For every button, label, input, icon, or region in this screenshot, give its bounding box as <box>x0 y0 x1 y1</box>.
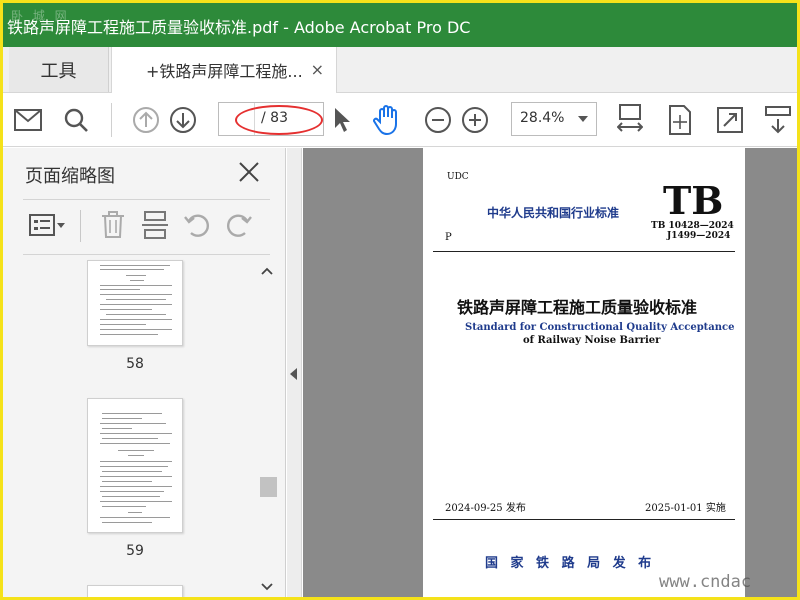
document-page: UDC TB 中华人民共和国行业标准 TB 10428—2024 J1499—2… <box>423 148 745 597</box>
thumbnails-panel: 页面缩略图 58 59 <box>3 148 286 597</box>
zoom-in-icon[interactable] <box>458 103 492 137</box>
rotate-left-icon[interactable] <box>179 208 215 242</box>
full-screen-icon[interactable] <box>713 103 747 137</box>
chevron-up-icon[interactable] <box>261 264 273 278</box>
thumbnail-page[interactable] <box>87 260 183 346</box>
tab-document[interactable]: +铁路声屏障工程施... × <box>111 47 337 93</box>
chevron-left-icon <box>290 368 297 380</box>
thumbnail-page[interactable] <box>87 585 183 597</box>
panel-collapse-handle[interactable] <box>287 148 302 597</box>
doc-title-en-1: Standard for Constructional Quality Acce… <box>465 322 735 333</box>
tab-document-label: +铁路声屏障工程施... <box>146 62 303 81</box>
trash-icon[interactable] <box>95 208 131 242</box>
chevron-down-icon[interactable] <box>261 580 273 594</box>
document-viewport[interactable]: UDC TB 中华人民共和国行业标准 TB 10428—2024 J1499—2… <box>303 148 797 597</box>
insert-page-icon[interactable] <box>137 208 173 242</box>
zoom-out-icon[interactable] <box>421 103 455 137</box>
zoom-select[interactable]: 28.4% <box>511 102 597 136</box>
doc-title-en-2: of Railway Noise Barrier <box>523 335 661 346</box>
thumbnail-options-icon[interactable] <box>27 208 69 242</box>
scrollbar-thumb[interactable] <box>260 477 277 497</box>
search-icon[interactable] <box>59 103 93 137</box>
select-cursor-icon[interactable] <box>325 103 359 137</box>
highlight-ellipse <box>235 105 323 135</box>
panel-tool-separator <box>80 210 81 242</box>
scroll-mode-icon[interactable] <box>761 103 795 137</box>
rotate-right-icon[interactable] <box>221 208 257 242</box>
fit-page-icon[interactable] <box>663 103 697 137</box>
doc-industry-standard: 中华人民共和国行业标准 <box>487 206 620 220</box>
doc-p-mark: P <box>445 232 452 243</box>
fit-width-icon[interactable] <box>613 103 647 137</box>
previous-page-icon[interactable] <box>129 103 163 137</box>
thumbnails-scrollbar[interactable] <box>259 260 277 597</box>
toolbar-separator <box>111 103 112 137</box>
hand-tool-icon[interactable] <box>371 103 405 137</box>
doc-publisher: 国 家 铁 路 局 发 布 <box>485 556 656 571</box>
title-bar: 卧 城 网 铁路声屏障工程施工质量验收标准.pdf - Adobe Acroba… <box>3 3 797 47</box>
tab-tools[interactable]: 工具 <box>9 47 109 92</box>
thumbnail-page[interactable] <box>87 398 183 533</box>
tab-close-icon[interactable]: × <box>311 60 324 79</box>
chevron-down-icon <box>578 116 588 122</box>
toolbar: / 83 28.4% <box>3 93 797 147</box>
tab-bar: 工具 +铁路声屏障工程施... × <box>3 47 797 93</box>
doc-title-cn: 铁路声屏障工程施工质量验收标准 <box>457 298 698 317</box>
doc-rule <box>433 251 735 252</box>
thumbnail-page-number: 59 <box>126 543 144 559</box>
doc-tb-mark: TB <box>663 178 724 223</box>
window-title: 铁路声屏障工程施工质量验收标准.pdf - Adobe Acrobat Pro … <box>7 18 471 37</box>
zoom-value: 28.4% <box>520 110 565 126</box>
panel-title: 页面缩略图 <box>25 166 115 187</box>
next-page-icon[interactable] <box>166 103 200 137</box>
doc-implementation-date: 2025-01-01 实施 <box>645 503 726 514</box>
close-icon[interactable] <box>237 160 263 186</box>
doc-udc: UDC <box>447 172 469 182</box>
email-icon[interactable] <box>11 103 45 137</box>
doc-issue-date: 2024-09-25 发布 <box>445 503 526 514</box>
doc-rule <box>433 519 735 520</box>
site-watermark: www.cndac <box>659 572 752 592</box>
doc-code-2: J1499—2024 <box>667 231 731 241</box>
app-window: 卧 城 网 铁路声屏障工程施工质量验收标准.pdf - Adobe Acroba… <box>0 0 800 600</box>
doc-code-1: TB 10428—2024 <box>651 221 734 231</box>
panel-divider <box>23 254 270 255</box>
thumbnail-page-number: 58 <box>126 356 144 372</box>
panel-divider <box>23 199 270 200</box>
